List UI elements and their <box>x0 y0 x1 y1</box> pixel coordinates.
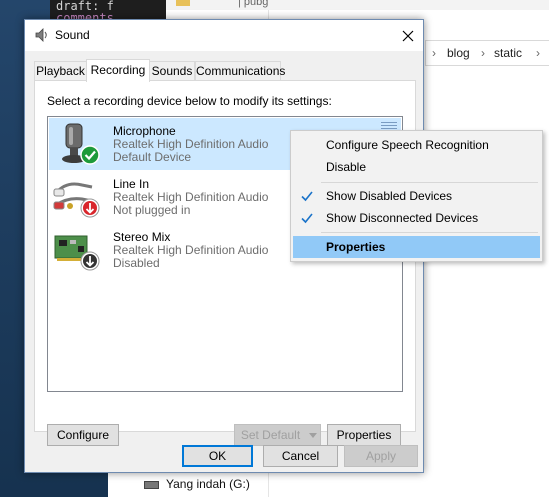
instruction-text: Select a recording device below to modif… <box>47 94 332 108</box>
chevron-right-icon: › <box>481 46 485 60</box>
checkmark-icon <box>301 213 313 224</box>
disabled-arrow-icon <box>80 251 100 271</box>
menu-item-properties[interactable]: Properties <box>293 236 540 258</box>
set-default-dropdown[interactable] <box>306 424 321 446</box>
folder-icon <box>176 0 190 6</box>
sound-card-icon <box>54 235 100 271</box>
menu-separator <box>321 182 538 183</box>
device-status: Disabled <box>113 256 160 270</box>
configure-button[interactable]: Configure <box>47 424 119 446</box>
menu-item-label: Show Disconnected Devices <box>326 211 479 225</box>
microphone-icon <box>62 123 100 165</box>
speaker-icon <box>35 28 47 42</box>
menu-item-label: Properties <box>326 240 386 254</box>
dialog-title: Sound <box>55 28 90 42</box>
menu-item-disable[interactable]: Disable <box>293 156 540 178</box>
device-driver: Realtek High Definition Audio <box>113 137 269 151</box>
context-menu: Configure Speech Recognition Disable Sho… <box>290 130 543 262</box>
line-in-jack-icon <box>53 182 100 218</box>
cancel-button[interactable]: Cancel <box>263 445 338 467</box>
device-name: Microphone <box>113 124 176 138</box>
device-driver: Realtek High Definition Audio <box>113 243 269 257</box>
unplugged-arrow-icon <box>80 198 100 218</box>
close-icon <box>402 30 414 41</box>
device-status: Not plugged in <box>113 203 191 217</box>
breadcrumb-item[interactable]: static <box>494 46 522 60</box>
chevron-right-icon: › <box>536 46 540 60</box>
device-driver: Realtek High Definition Audio <box>113 190 269 204</box>
tab-communications[interactable]: Communications <box>195 61 285 81</box>
tab-sounds[interactable]: Sounds <box>149 61 195 81</box>
drive-label: Yang indah (G:) <box>166 477 250 491</box>
menu-item-label: Show Disabled Devices <box>326 189 453 203</box>
drive-icon <box>144 480 159 489</box>
properties-button[interactable]: Properties <box>327 424 401 446</box>
menu-item-show-disconnected-devices[interactable]: Show Disconnected Devices <box>293 207 540 229</box>
device-status: Default Device <box>113 150 192 164</box>
device-name: Line In <box>113 177 150 191</box>
tab-recording[interactable]: Recording <box>86 59 150 82</box>
menu-separator <box>321 232 538 233</box>
checkmark-icon <box>301 191 313 202</box>
device-name: Stereo Mix <box>113 230 171 244</box>
address-bar[interactable]: › blog › static › <box>425 40 549 66</box>
menu-item-show-disabled-devices[interactable]: Show Disabled Devices <box>293 185 540 207</box>
toolbar-label: | pubg <box>238 0 269 8</box>
tab-playback[interactable]: Playback <box>34 61 87 81</box>
chevron-down-icon <box>309 432 317 438</box>
menu-item-label: Configure Speech Recognition <box>326 138 489 152</box>
title-bar[interactable]: Sound <box>25 20 423 51</box>
menu-item-configure-speech-recognition[interactable]: Configure Speech Recognition <box>293 134 540 156</box>
ok-button[interactable]: OK <box>182 445 253 467</box>
chevron-right-icon: › <box>432 46 436 60</box>
breadcrumb-item[interactable]: blog <box>447 46 470 60</box>
explorer-toolbar: | pubg <box>108 0 549 10</box>
close-button[interactable] <box>393 20 423 51</box>
apply-button[interactable]: Apply <box>344 445 418 467</box>
menu-item-label: Disable <box>326 160 367 174</box>
drive-item[interactable]: Yang indah (G:) <box>144 477 250 491</box>
set-default-button[interactable]: Set Default <box>234 424 307 446</box>
default-check-icon <box>80 145 100 165</box>
